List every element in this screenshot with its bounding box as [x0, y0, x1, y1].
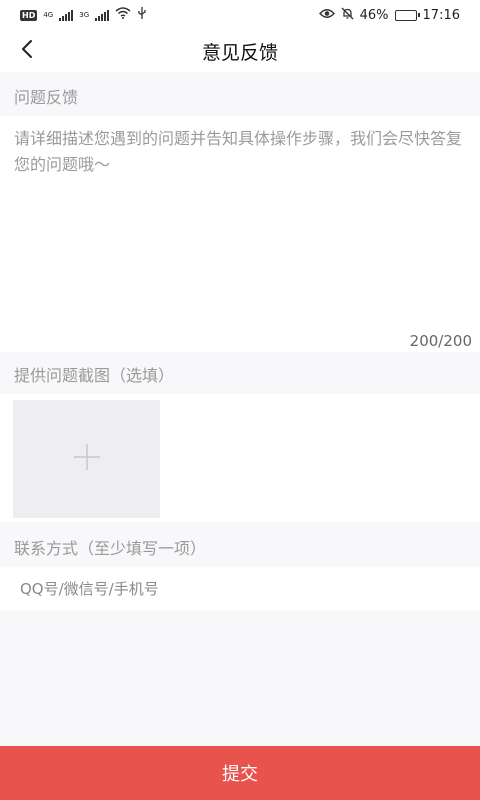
status-right: 46% 17:16	[318, 7, 460, 24]
nav-bar: 意见反馈	[0, 30, 480, 72]
mute-bell-icon	[341, 7, 354, 24]
hd-badge: HD	[20, 9, 38, 21]
feedback-box: 200/200	[0, 116, 480, 352]
feedback-section-label: 问题反馈	[14, 88, 79, 107]
chevron-left-icon	[20, 39, 34, 63]
page-title: 意见反馈	[201, 41, 278, 64]
battery-percent: 46%	[359, 7, 389, 23]
contact-input[interactable]	[20, 567, 460, 611]
status-bar: HD 4G 3G 46% 17:16	[0, 0, 480, 30]
screenshot-section-label: 提供问题截图（选填）	[14, 366, 175, 385]
contact-section-label: 联系方式（至少填写一项）	[14, 539, 207, 558]
contact-row	[0, 567, 480, 611]
usb-icon	[137, 6, 147, 24]
submit-button[interactable]: 提交	[0, 746, 480, 800]
battery-icon	[394, 9, 420, 21]
eye-icon	[318, 8, 335, 23]
signal-icon-2	[95, 9, 110, 21]
back-button[interactable]	[12, 36, 42, 66]
signal-icon	[59, 9, 74, 21]
wifi-icon	[115, 7, 131, 23]
upload-area	[0, 394, 480, 522]
add-screenshot-button[interactable]	[13, 400, 160, 518]
plus-icon	[73, 443, 101, 475]
feedback-textarea[interactable]	[14, 126, 470, 326]
network-type-2: 3G	[79, 11, 90, 19]
status-left: HD 4G 3G	[20, 6, 147, 24]
char-count: 200/200	[409, 332, 472, 350]
network-type-1: 4G	[43, 11, 54, 19]
status-time: 17:16	[422, 7, 460, 23]
